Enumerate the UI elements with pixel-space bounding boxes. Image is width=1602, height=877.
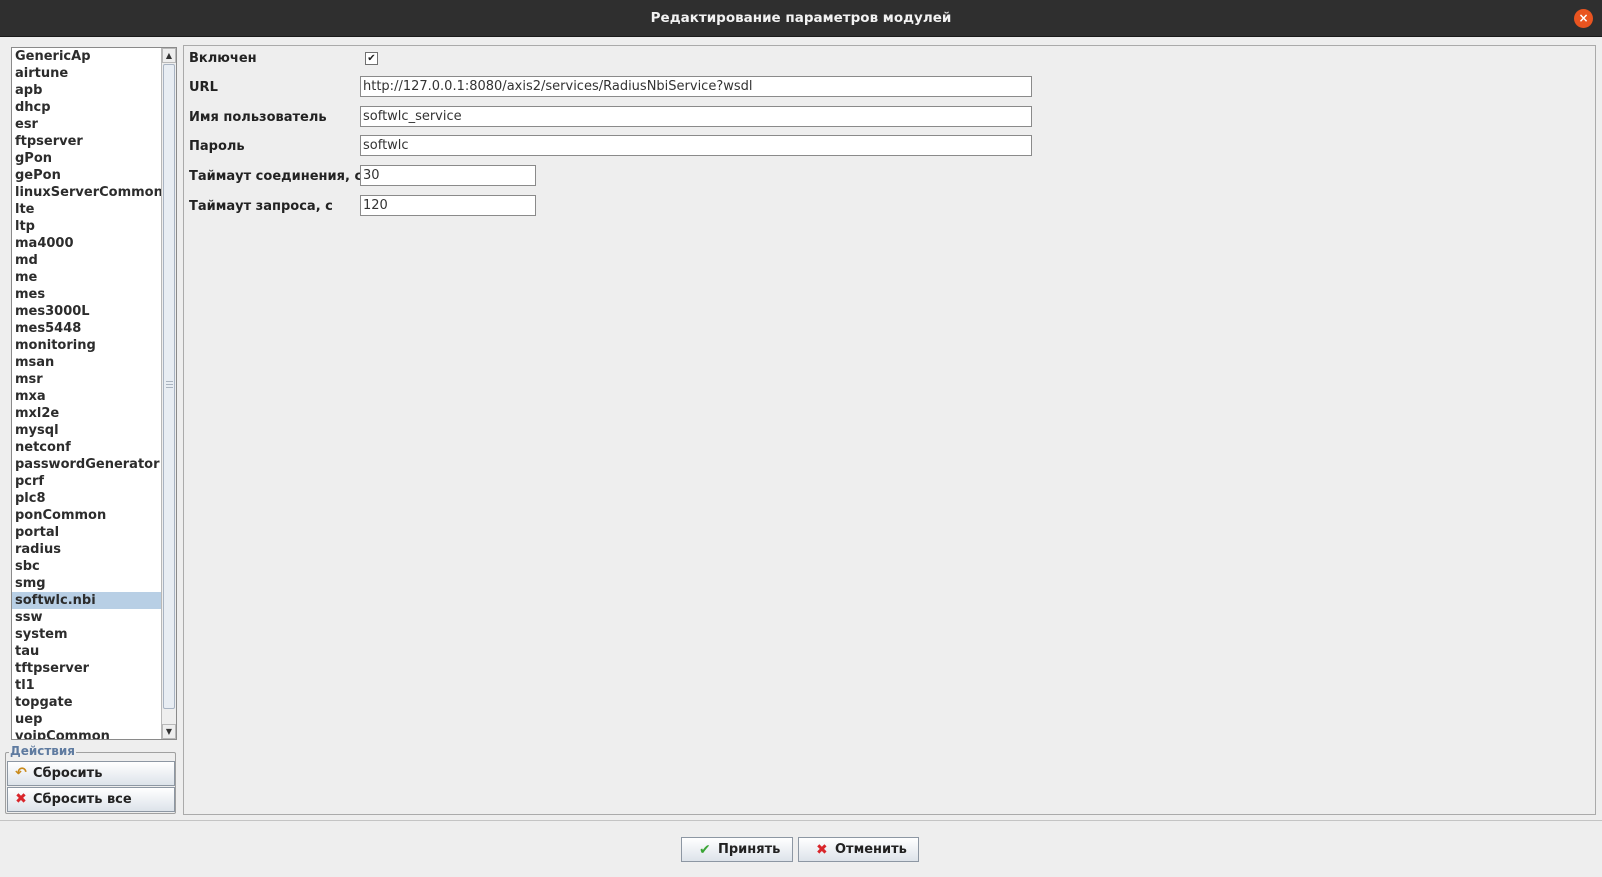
module-list-item[interactable]: linuxServerCommon: [12, 184, 163, 201]
module-list-item[interactable]: tl1: [12, 677, 162, 694]
module-list-item[interactable]: passwordGenerator: [12, 456, 162, 473]
module-list[interactable]: GenericAp airtune apb dhcp esr ftpserver gPon g…: [11, 47, 177, 740]
module-list-item[interactable]: airtune: [12, 65, 162, 82]
accept-button[interactable]: ✔ Принять: [681, 837, 793, 862]
module-list-item[interactable]: softwlc.nbi: [12, 592, 162, 609]
reset-all-button-label: Сбросить все: [33, 792, 132, 807]
title-bar: Редактирование параметров модулей ×: [0, 0, 1602, 37]
module-list-scrollbar[interactable]: ▲ ― ― ― ▼: [161, 48, 176, 739]
req-timeout-label: Таймаут запроса, с: [189, 199, 333, 214]
module-list-item[interactable]: gePon: [12, 167, 162, 184]
password-label: Пароль: [189, 139, 245, 154]
module-list-item[interactable]: mysql: [12, 422, 162, 439]
module-list-item[interactable]: tau: [12, 643, 162, 660]
accept-button-label: Принять: [718, 842, 781, 857]
module-list-item[interactable]: ponCommon: [12, 507, 162, 524]
module-list-item[interactable]: dhcp: [12, 99, 162, 116]
actions-group-title: Действия: [9, 744, 77, 758]
module-params-panel: Включен ✔ URL Имя пользователь Пароль Та…: [183, 45, 1596, 815]
enabled-checkbox[interactable]: ✔: [365, 52, 378, 65]
reset-button[interactable]: ↶ Сбросить: [7, 761, 175, 786]
module-list-item[interactable]: monitoring: [12, 337, 162, 354]
module-list-item[interactable]: uep: [12, 711, 162, 728]
cross-icon: ✖: [15, 791, 27, 807]
scroll-up-icon[interactable]: ▲: [162, 48, 176, 63]
module-list-items: GenericAp airtune apb dhcp esr ftpserver gPon g…: [12, 48, 163, 739]
scrollbar-thumb[interactable]: ― ― ―: [163, 64, 175, 709]
module-list-item[interactable]: msr: [12, 371, 162, 388]
module-list-item[interactable]: smg: [12, 575, 162, 592]
reset-all-button[interactable]: ✖ Сбросить все: [7, 787, 175, 812]
url-label: URL: [189, 80, 218, 95]
module-list-item[interactable]: portal: [12, 524, 162, 541]
module-list-item[interactable]: voipCommon: [12, 728, 162, 739]
module-list-item[interactable]: system: [12, 626, 162, 643]
bottom-separator: [0, 820, 1602, 821]
module-list-item[interactable]: ma4000: [12, 235, 162, 252]
module-list-item[interactable]: mes5448: [12, 320, 162, 337]
module-list-item[interactable]: ssw: [12, 609, 162, 626]
module-list-item[interactable]: lte: [12, 201, 162, 218]
reset-button-label: Сбросить: [33, 766, 103, 781]
module-list-item[interactable]: ftpserver: [12, 133, 162, 150]
module-list-item[interactable]: mes: [12, 286, 162, 303]
password-field[interactable]: [360, 135, 1032, 156]
window-title: Редактирование параметров модулей: [650, 10, 952, 26]
check-icon: ✔: [699, 842, 711, 858]
cancel-button[interactable]: ✖ Отменить: [798, 837, 919, 862]
module-list-item[interactable]: pcrf: [12, 473, 162, 490]
conn-timeout-label: Таймаут соединения, с: [189, 169, 363, 184]
module-list-item[interactable]: mxa: [12, 388, 162, 405]
scroll-down-icon[interactable]: ▼: [162, 724, 176, 739]
enabled-label: Включен: [189, 51, 257, 66]
grip-icon: ― ― ―: [166, 377, 173, 391]
module-list-item[interactable]: mxl2e: [12, 405, 162, 422]
module-list-item[interactable]: md: [12, 252, 162, 269]
module-list-item[interactable]: topgate: [12, 694, 162, 711]
user-label: Имя пользователь: [189, 110, 327, 125]
url-field[interactable]: [360, 76, 1032, 97]
cancel-button-label: Отменить: [835, 842, 907, 857]
actions-group: Действия ↶ Сбросить ✖ Сбросить все: [5, 744, 176, 814]
module-list-item[interactable]: tftpserver: [12, 660, 162, 677]
user-field[interactable]: [360, 106, 1032, 127]
module-list-item[interactable]: gPon: [12, 150, 162, 167]
module-list-item[interactable]: sbc: [12, 558, 162, 575]
req-timeout-field[interactable]: [360, 195, 536, 216]
conn-timeout-field[interactable]: [360, 165, 536, 186]
cross-icon: ✖: [816, 842, 828, 858]
module-list-item[interactable]: radius: [12, 541, 162, 558]
module-list-item[interactable]: plc8: [12, 490, 162, 507]
module-list-item[interactable]: me: [12, 269, 162, 286]
undo-icon: ↶: [15, 765, 27, 781]
module-list-item[interactable]: apb: [12, 82, 162, 99]
module-list-item[interactable]: ltp: [12, 218, 162, 235]
close-icon[interactable]: ×: [1574, 9, 1593, 28]
module-list-item[interactable]: msan: [12, 354, 162, 371]
module-list-item[interactable]: mes3000L: [12, 303, 162, 320]
module-list-item[interactable]: esr: [12, 116, 162, 133]
module-list-item[interactable]: GenericAp: [12, 48, 162, 65]
module-list-item[interactable]: netconf: [12, 439, 162, 456]
